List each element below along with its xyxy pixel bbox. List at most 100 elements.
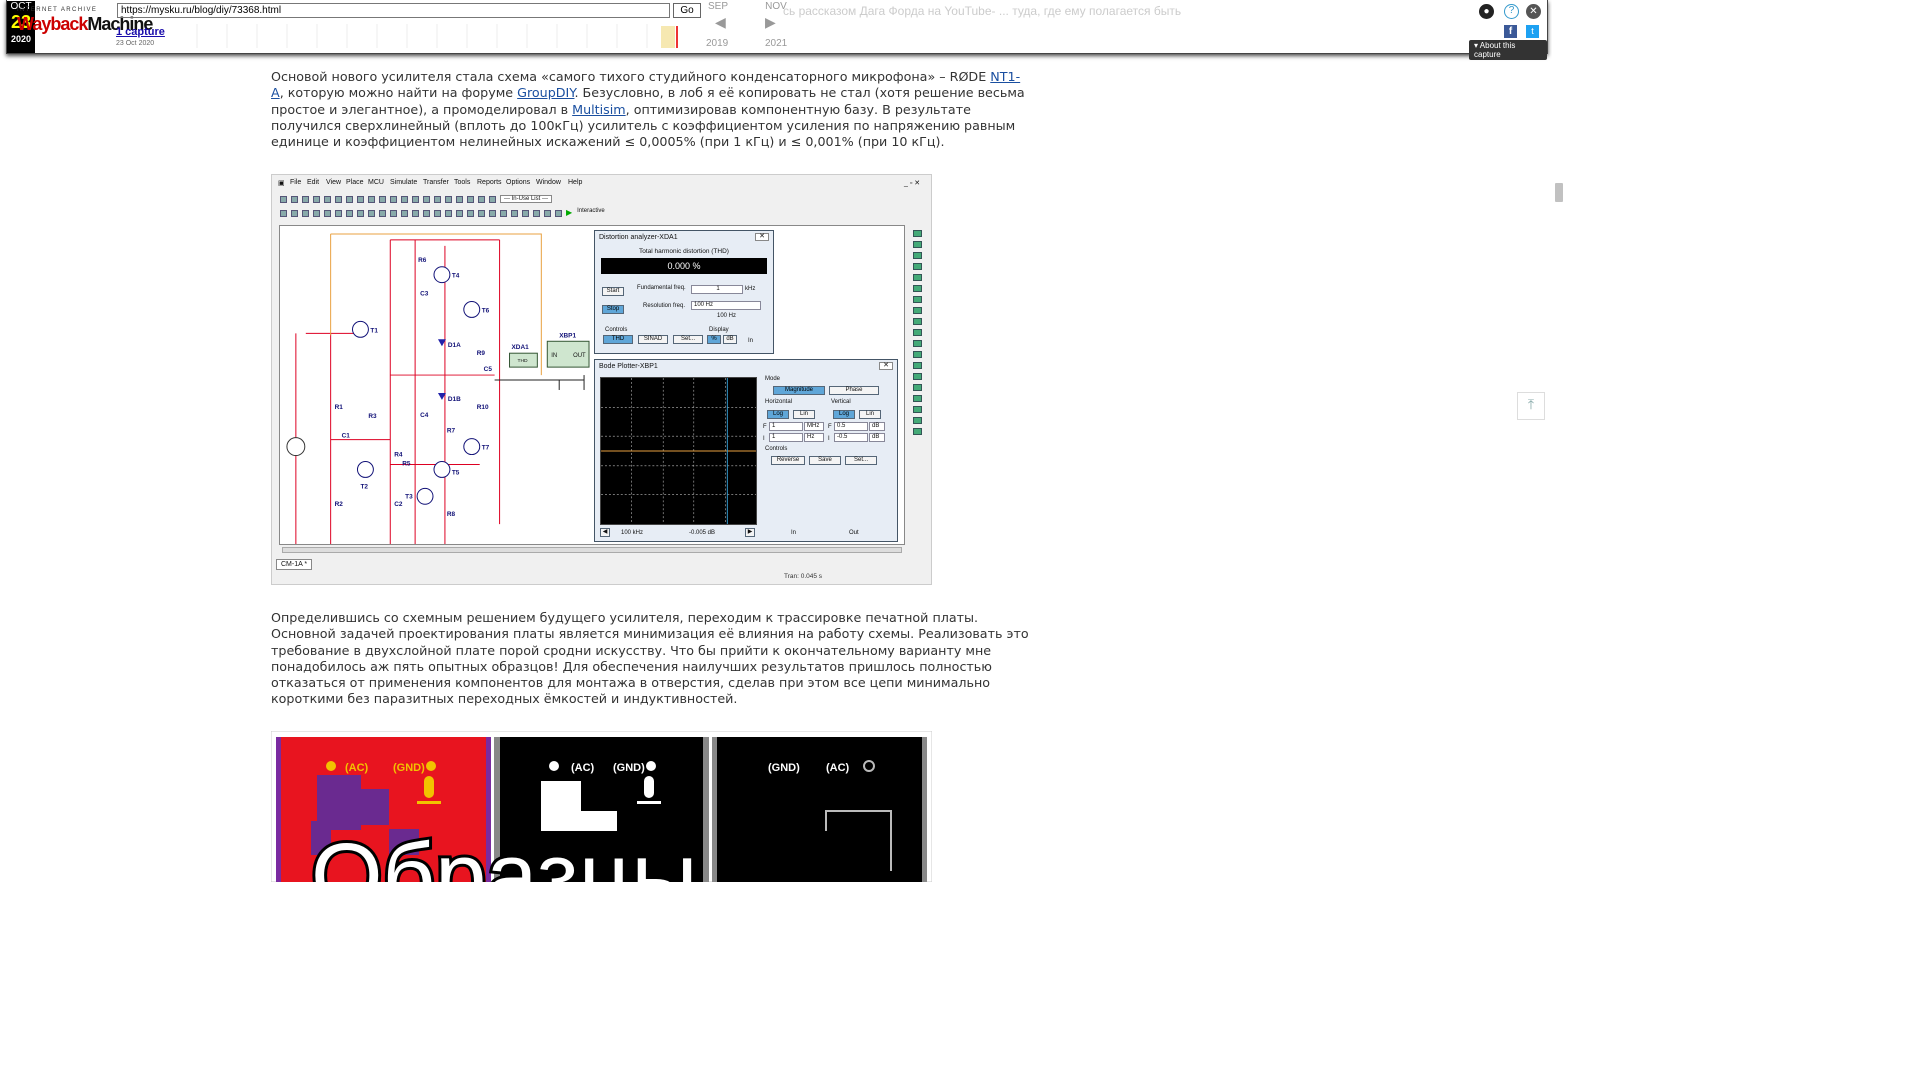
horizontal-log-button[interactable]: Log	[767, 410, 789, 419]
component-label: R4	[394, 452, 403, 459]
bode-set-button[interactable]: Set...	[845, 456, 877, 465]
bode-plotter-window[interactable]: Bode Plotter-XBP1 ✕ Mode Magnitude Phase…	[594, 359, 898, 542]
facebook-icon[interactable]: f	[1504, 25, 1517, 38]
bode-plotter-title: Bode Plotter-XBP1	[599, 363, 658, 370]
link-groupdiy[interactable]: GroupDIY	[517, 85, 574, 100]
wayback-toolbar: INTERNET ARCHIVE WaybackMachine https://…	[6, 0, 1548, 60]
vertical-lin-button[interactable]: Lin	[859, 410, 881, 419]
pcb-label: (GND)	[768, 762, 800, 774]
multisim-menu-item: Help	[568, 179, 583, 186]
horizontal-f-input[interactable]: 1	[769, 422, 803, 431]
vertical-f-unit[interactable]: dB	[869, 422, 885, 431]
bode-in-label: In	[791, 530, 797, 536]
phase-button[interactable]: Phase	[829, 386, 879, 395]
reverse-button[interactable]: Reverse	[771, 456, 805, 465]
component-label: R7	[447, 428, 456, 435]
component-label: D1B	[448, 396, 461, 403]
wayback-sparkline-capture	[676, 26, 678, 48]
multisim-menubar: ▣ File Edit View Place MCU Simulate Tran…	[272, 179, 931, 190]
thd-button[interactable]: THD	[603, 335, 633, 344]
article-paragraph-1: Основой нового усилителя стала схема «са…	[271, 69, 1031, 150]
controls-label: Controls	[605, 327, 628, 333]
cursor-right-icon[interactable]: ▶	[745, 528, 755, 537]
horizontal-i-input[interactable]: 1	[769, 433, 803, 442]
wayback-prev-arrow-icon[interactable]: ◀	[715, 14, 726, 31]
cursor-left-icon[interactable]: ◀	[600, 528, 610, 537]
multisim-menu-item: View	[326, 179, 342, 186]
multisim-horizontal-scrollbar	[282, 547, 902, 553]
horizontal-f-unit[interactable]: MHz	[804, 422, 824, 431]
close-icon[interactable]: ✕	[879, 362, 893, 370]
wayback-next-year[interactable]: 2021	[765, 38, 787, 49]
page-scrollbar[interactable]	[1552, 0, 1568, 882]
wayback-logo-wayback: Wayback	[17, 14, 88, 34]
wayback-next-arrow-icon[interactable]: ▶	[765, 14, 776, 31]
vertical-log-button[interactable]: Log	[833, 410, 855, 419]
wayback-prev-year[interactable]: 2019	[706, 38, 728, 49]
wayback-url-input[interactable]: https://mysku.ru/blog/diy/73368.html	[117, 3, 670, 18]
xda1-thd-label: THD	[517, 358, 528, 364]
component-label: T5	[452, 469, 460, 476]
horizontal-i-label: I	[763, 436, 765, 442]
article-text: , которую можно найти на форуме	[279, 85, 518, 101]
stop-button[interactable]: Stop	[602, 305, 624, 314]
resolution-freq-label: Resolution freq.	[643, 303, 686, 309]
distortion-analyzer-window[interactable]: Distortion analyzer-XDA1 ✕ Total harmoni…	[594, 230, 774, 354]
resolution-freq-select[interactable]: 100 Hz	[691, 301, 761, 310]
set-button[interactable]: Set...	[673, 335, 703, 344]
help-icon[interactable]: ?	[1504, 4, 1519, 19]
back-to-top-icon[interactable]: ⤒	[1517, 392, 1545, 420]
horizontal-f-label: F	[763, 424, 767, 430]
bode-plot-screen	[600, 377, 757, 525]
multisim-menu-item: Place	[346, 179, 364, 186]
wayback-prev-month[interactable]: SEP	[705, 1, 731, 12]
sinad-button[interactable]: SINAD	[638, 335, 668, 344]
resolution-freq-sub: 100 Hz	[717, 313, 737, 319]
component-label: T4	[452, 273, 460, 280]
vertical-i-unit[interactable]: dB	[869, 433, 885, 442]
bode-out-label: Out	[849, 530, 859, 536]
multisim-menu-item: Options	[506, 179, 531, 186]
page-scrollbar-thumb[interactable]	[1555, 183, 1563, 202]
mode-label: Mode	[765, 376, 781, 382]
xbp1-in-label: IN	[551, 353, 557, 359]
fundamental-freq-label: Fundamental freq.	[637, 285, 686, 291]
wayback-sparkline[interactable]	[187, 24, 707, 48]
multisim-screenshot[interactable]: ▣ File Edit View Place MCU Simulate Tran…	[271, 174, 932, 585]
component-label: XBP1	[559, 332, 576, 339]
component-label: XDA1	[512, 344, 530, 351]
pcb-overlay-title: Образцы	[311, 825, 698, 882]
component-label: R6	[418, 257, 427, 264]
wayback-capture-date: 23 Oct 2020	[116, 40, 155, 47]
wayback-underlying-page-text: сь рассказом Дага Форда на YouTube- ... …	[783, 4, 1182, 18]
horizontal-lin-button[interactable]: Lin	[793, 410, 815, 419]
multisim-instrument-toolbar	[913, 230, 925, 500]
fundamental-freq-input[interactable]: 1	[691, 285, 743, 294]
thd-label: Total harmonic distortion (THD)	[639, 248, 729, 255]
wayback-captures-link[interactable]: 1 capture	[116, 26, 165, 38]
start-button[interactable]: Start	[602, 287, 624, 296]
multisim-menu-item: Tools	[454, 179, 471, 186]
multisim-menu-item: Simulate	[390, 179, 418, 186]
link-multisim[interactable]: Multisim	[572, 102, 626, 117]
db-button[interactable]: dB	[723, 335, 737, 344]
magnitude-button[interactable]: Magnitude	[773, 386, 825, 395]
horizontal-i-unit[interactable]: Hz	[804, 433, 824, 442]
wayback-about-capture-button[interactable]: ▾ About this capture	[1469, 40, 1547, 60]
component-label: R5	[402, 460, 411, 467]
vertical-i-input[interactable]: -0.5	[834, 433, 868, 442]
close-icon[interactable]: ✕	[755, 233, 769, 241]
pcb-label: (GND)	[393, 762, 425, 774]
component-label: T3	[405, 493, 413, 500]
twitter-icon[interactable]: t	[1526, 25, 1539, 38]
vertical-f-input[interactable]: 0.5	[834, 422, 868, 431]
percent-button[interactable]: %	[707, 335, 721, 344]
wayback-current-year: 2020	[10, 34, 32, 44]
save-button[interactable]: Save	[809, 456, 841, 465]
pcb-label: (AC)	[571, 762, 595, 774]
component-label: T2	[360, 483, 368, 490]
multisim-menu-item: File	[290, 179, 302, 186]
user-icon[interactable]: ●	[1479, 4, 1494, 19]
close-icon[interactable]: ✕	[1526, 4, 1541, 19]
wayback-go-button[interactable]: Go	[673, 3, 701, 18]
